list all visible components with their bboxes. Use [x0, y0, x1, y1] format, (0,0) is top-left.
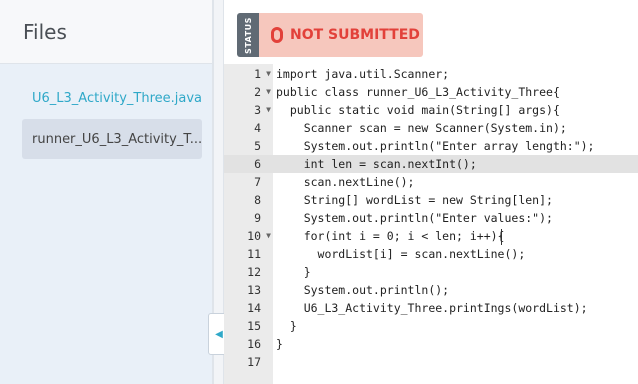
code-line[interactable]: 3 ▼ public static void main(String[] args…: [224, 101, 638, 119]
code-text[interactable]: [273, 353, 638, 371]
line-number: 17: [247, 355, 261, 369]
line-number-cell: 1 ▼: [224, 65, 273, 83]
code-line[interactable]: 1 ▼ import java.util.Scanner;: [224, 65, 638, 83]
line-number: 4: [254, 121, 261, 135]
code-text[interactable]: System.out.println();: [273, 281, 638, 299]
line-number-cell: 12: [224, 263, 273, 281]
fold-arrow-icon[interactable]: ▼: [266, 83, 271, 101]
file-item[interactable]: U6_L3_Activity_Three.java: [22, 78, 202, 118]
code-line[interactable]: 15 }: [224, 317, 638, 335]
code-text[interactable]: for(int i = 0; i < len; i++){: [273, 227, 638, 245]
line-number-cell: 4: [224, 119, 273, 137]
code-text[interactable]: System.out.println("Enter array length:"…: [273, 137, 638, 155]
line-number-cell: 8: [224, 191, 273, 209]
code-line[interactable]: 7 scan.nextLine();: [224, 173, 638, 191]
code-text[interactable]: public static void main(String[] args){: [273, 101, 638, 119]
code-line[interactable]: 11 wordList[i] = scan.nextLine();: [224, 245, 638, 263]
line-number-cell: 5: [224, 137, 273, 155]
status-badge: STATUS NOT SUBMITTED: [237, 13, 423, 57]
code-line[interactable]: 16}: [224, 335, 638, 353]
line-number: 10: [247, 229, 261, 243]
file-sidebar: Files U6_L3_Activity_Three.java runner_U…: [0, 0, 213, 384]
line-number: 11: [247, 247, 261, 261]
line-number: 13: [247, 283, 261, 297]
file-list: U6_L3_Activity_Three.java runner_U6_L3_A…: [0, 64, 212, 384]
line-number: 14: [247, 301, 261, 315]
line-number-cell: 13: [224, 281, 273, 299]
status-label-text: STATUS: [243, 16, 253, 54]
status-label: STATUS: [237, 13, 259, 57]
code-text[interactable]: }: [273, 317, 638, 335]
code-text[interactable]: scan.nextLine();: [273, 173, 638, 191]
code-line[interactable]: 4 Scanner scan = new Scanner(System.in);: [224, 119, 638, 137]
status-text: NOT SUBMITTED: [290, 27, 420, 43]
file-item-active[interactable]: runner_U6_L3_Activity_T...: [22, 119, 202, 159]
code-text[interactable]: System.out.println("Enter values:");: [273, 209, 638, 227]
code-line[interactable]: 10 ▼ for(int i = 0; i < len; i++){: [224, 227, 638, 245]
code-text[interactable]: Scanner scan = new Scanner(System.in);: [273, 119, 638, 137]
code-text[interactable]: public class runner_U6_L3_Activity_Three…: [273, 83, 638, 101]
line-number: 15: [247, 319, 261, 333]
code-line[interactable]: 9 System.out.println("Enter values:");: [224, 209, 638, 227]
code-line[interactable]: 2 ▼ public class runner_U6_L3_Activity_Thr…: [224, 83, 638, 101]
fold-arrow-icon[interactable]: ▼: [266, 227, 271, 245]
line-number-cell: 9: [224, 209, 273, 227]
files-header: Files: [0, 0, 212, 64]
line-number: 3: [254, 103, 261, 117]
code-text[interactable]: }: [273, 335, 638, 353]
line-number-cell: 6: [224, 155, 273, 173]
line-number: 12: [247, 265, 261, 279]
fold-arrow-icon[interactable]: ▼: [266, 65, 271, 83]
line-number-cell: 14: [224, 299, 273, 317]
line-number-cell: 3 ▼: [224, 101, 273, 119]
line-number-cell: 16: [224, 335, 273, 353]
line-number: 1: [254, 67, 261, 81]
line-number-cell: 10 ▼: [224, 227, 273, 245]
code-line[interactable]: 5 System.out.println("Enter array length…: [224, 137, 638, 155]
code-text[interactable]: String[] wordList = new String[len];: [273, 191, 638, 209]
code-text[interactable]: wordList[i] = scan.nextLine();: [273, 245, 638, 263]
line-number-cell: 2 ▼: [224, 83, 273, 101]
fold-arrow-icon[interactable]: ▼: [266, 101, 271, 119]
code-text[interactable]: U6_L3_Activity_Three.printIngs(wordList)…: [273, 299, 638, 317]
code-editor[interactable]: 1 ▼ import java.util.Scanner; 2 ▼ public clas…: [224, 64, 638, 384]
code-line[interactable]: 13 System.out.println();: [224, 281, 638, 299]
code-line[interactable]: 8 String[] wordList = new String[len];: [224, 191, 638, 209]
status-value: NOT SUBMITTED: [259, 13, 423, 57]
line-number: 6: [254, 157, 261, 171]
line-number: 8: [254, 193, 261, 207]
line-number-cell: 17: [224, 353, 273, 371]
status-bar: STATUS NOT SUBMITTED: [224, 0, 638, 65]
code-line[interactable]: 14 U6_L3_Activity_Three.printIngs(wordLi…: [224, 299, 638, 317]
code-line[interactable]: 17: [224, 353, 638, 371]
stop-icon: [271, 27, 283, 43]
line-number-cell: 11: [224, 245, 273, 263]
line-number: 7: [254, 175, 261, 189]
text-cursor: [501, 229, 502, 245]
code-line[interactable]: 12 }: [224, 263, 638, 281]
triangle-left-icon: ◀: [215, 328, 223, 340]
line-number: 2: [254, 85, 261, 99]
line-number: 16: [247, 337, 261, 351]
line-number: 9: [254, 211, 261, 225]
code-text[interactable]: int len = scan.nextInt();: [273, 155, 638, 173]
line-number-cell: 7: [224, 173, 273, 191]
code-text[interactable]: import java.util.Scanner;: [273, 65, 638, 83]
files-title: Files: [23, 19, 67, 44]
line-number-cell: 15: [224, 317, 273, 335]
code-line[interactable]: 6 int len = scan.nextInt();: [224, 155, 638, 173]
line-number: 5: [254, 139, 261, 153]
code-text[interactable]: }: [273, 263, 638, 281]
